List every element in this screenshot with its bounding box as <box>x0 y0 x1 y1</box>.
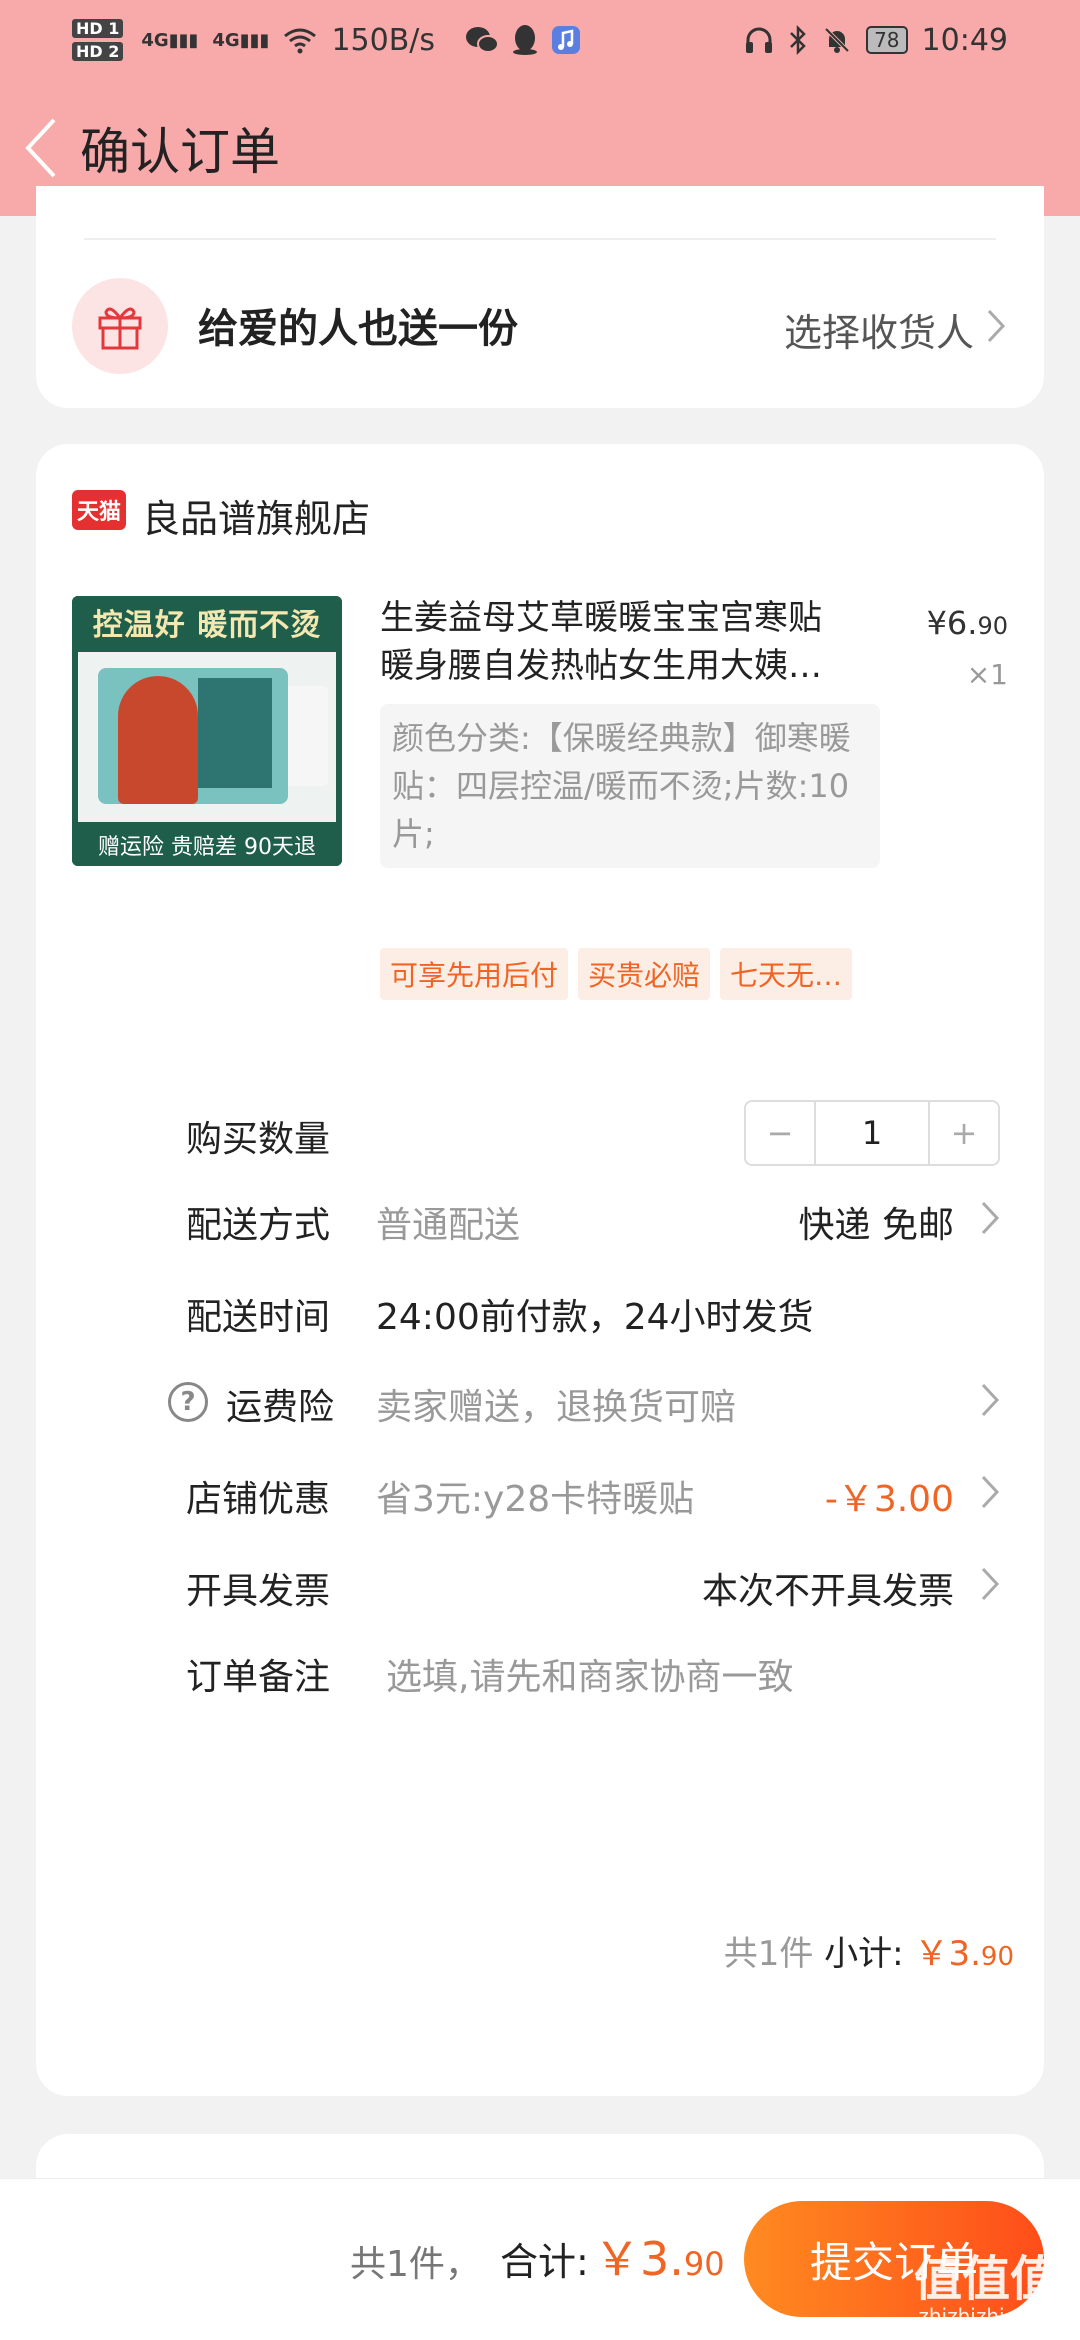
product-quantity: ×1 <box>966 658 1008 691</box>
total-label: 合计: <box>500 2240 589 2284</box>
wechat-icon <box>465 25 500 55</box>
product-image[interactable]: 控温好 暖而不烫 赠运险 贵赔差 90天退 <box>72 596 342 866</box>
product-price: ¥6.90 <box>926 604 1008 642</box>
signal2-icon: 4G▮▮▮ <box>212 29 270 51</box>
gift-card: 给爱的人也送一份 选择收货人 <box>36 186 1044 408</box>
chevron-right-icon <box>987 309 1006 343</box>
tag-seven-day[interactable]: 七天无… <box>720 948 853 1000</box>
gift-icon <box>72 278 168 374</box>
order-note-row: 订单备注 选填,请先和商家协商一致 <box>36 1630 1044 1710</box>
total-count: 共1件， <box>350 2244 481 2285</box>
sim1-badge: HD 1 <box>72 19 124 38</box>
service-tags: 可享先用后付 买贵必赔 七天无… <box>380 948 853 1000</box>
headphones-icon <box>744 25 774 55</box>
page-title: 确认订单 <box>80 123 280 181</box>
product-title[interactable]: 生姜益母艾草暖暖宝宝宫寒贴暖身腰自发热帖女生用大姨… <box>380 594 850 690</box>
divider <box>84 238 996 240</box>
quantity-stepper: − 1 + <box>744 1100 1000 1166</box>
signal1-icon: 4G▮▮▮ <box>141 29 199 51</box>
order-card: 天猫 良品谱旗舰店 控温好 暖而不烫 赠运险 贵赔差 90天退 生姜益母艾草暖暖… <box>36 444 1044 2096</box>
help-icon[interactable]: ? <box>168 1382 208 1422</box>
shop-discount-row[interactable]: 店铺优惠 省3元:y28卡特暖贴 -￥3.00 <box>36 1452 1044 1532</box>
product-spec[interactable]: 颜色分类:【保暖经典款】御寒暖贴：四层控温/暖而不烫;片数:10片; <box>380 704 880 868</box>
watermark: 值值值 zhizhizhi.com <box>913 2251 1058 2328</box>
shipping-insurance-row[interactable]: ? 运费险 卖家赠送，退换货可赔 <box>36 1360 1044 1440</box>
total-price: ￥3.90 <box>594 2232 725 2286</box>
checkout-bar: 共1件， 合计: ￥3.90 提交订单 值值值 zhizhizhi.com <box>0 2178 1080 2340</box>
chevron-right-icon <box>981 1201 1000 1235</box>
status-bar: HD 1 HD 2 4G▮▮▮ 4G▮▮▮ 150B/s 78 10:49 <box>0 0 1080 80</box>
quantity-value[interactable]: 1 <box>816 1102 928 1164</box>
decrease-button[interactable]: − <box>746 1102 816 1164</box>
wifi-icon <box>283 26 317 54</box>
select-recipient-link[interactable]: 选择收货人 <box>784 302 974 357</box>
tag-price-guarantee[interactable]: 买贵必赔 <box>578 948 711 1000</box>
mute-bell-icon <box>822 25 852 55</box>
increase-button[interactable]: + <box>928 1102 998 1164</box>
quantity-row: 购买数量 − 1 + <box>36 1092 1044 1172</box>
chevron-right-icon <box>981 1475 1000 1509</box>
network-speed: 150B/s <box>331 22 436 58</box>
delivery-time-row: 配送时间 24:00前付款，24小时发货 <box>186 1297 814 1338</box>
qq-icon <box>511 24 539 56</box>
tmall-logo: 天猫 <box>72 490 126 530</box>
bluetooth-icon <box>788 24 808 56</box>
sim-indicators: HD 1 HD 2 <box>72 19 124 61</box>
gift-text: 给爱的人也送一份 <box>198 306 518 352</box>
shop-name[interactable]: 良品谱旗舰店 <box>142 488 370 543</box>
chevron-right-icon <box>981 1567 1000 1601</box>
chevron-left-icon <box>25 118 56 178</box>
chevron-right-icon <box>981 1383 1000 1417</box>
invoice-row[interactable]: 开具发票 本次不开具发票 <box>36 1544 1044 1624</box>
delivery-row[interactable]: 配送方式 普通配送 快递 免邮 <box>36 1178 1044 1258</box>
tag-pay-later[interactable]: 可享先用后付 <box>380 948 569 1000</box>
subtotal: 共1件 小计: ￥3.90 <box>723 1934 1014 1974</box>
music-app-icon <box>551 25 581 55</box>
order-note-input[interactable]: 选填,请先和商家协商一致 <box>386 1648 793 1700</box>
battery-icon: 78 <box>866 26 908 54</box>
clock: 10:49 <box>921 22 1008 58</box>
sim2-badge: HD 2 <box>72 42 124 61</box>
